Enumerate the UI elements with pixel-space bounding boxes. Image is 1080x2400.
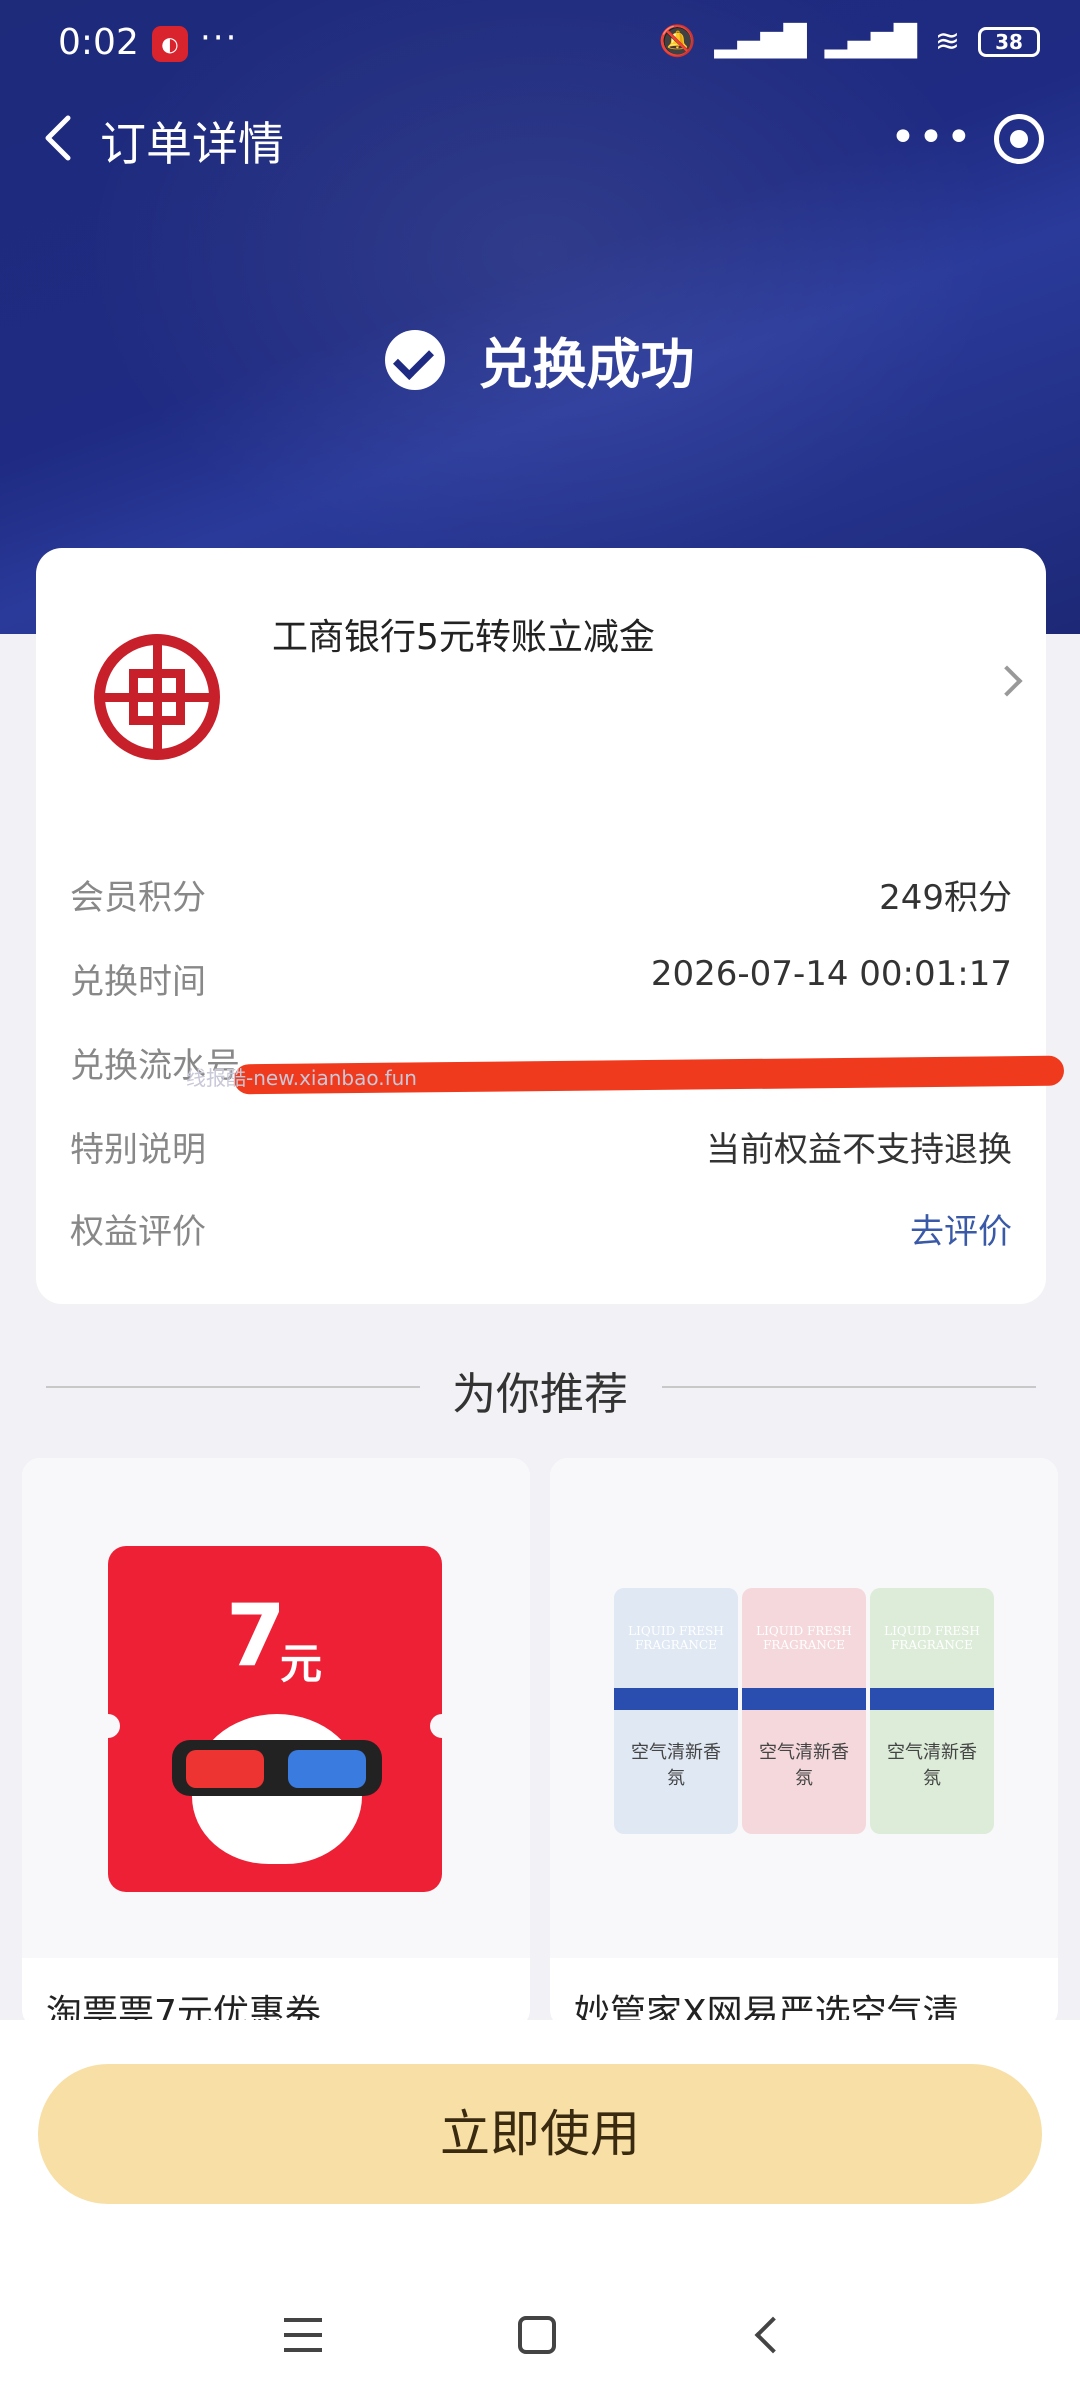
home-icon[interactable] xyxy=(518,2316,556,2354)
exchange-status: 兑换成功 xyxy=(0,320,1080,399)
signal-icon: ▂▄▆█ xyxy=(714,24,807,59)
row-value: 当前权益不支持退换 xyxy=(706,1130,1012,1170)
mute-icon: 🔕 xyxy=(658,24,697,59)
product-image: LIQUID FRESH FRAGRANCE 空气清新香氛 LIQUID FRE… xyxy=(550,1458,1058,1958)
coupon-amount: 7 xyxy=(226,1586,286,1686)
info-row-time: 兑换时间 2026-07-14 00:01:17 xyxy=(70,946,1012,1006)
row-value: 2026-07-14 00:01:17 xyxy=(650,954,1012,994)
chevron-right-icon[interactable] xyxy=(991,665,1023,697)
product-name[interactable]: 工商银行5元转账立减金 xyxy=(272,608,655,660)
recommend-title: 为你推荐 xyxy=(430,1369,650,1420)
more-horizontal-icon[interactable]: ••• xyxy=(890,112,974,163)
product-image: 7 元 xyxy=(22,1458,530,1958)
back-arrow-icon[interactable] xyxy=(30,108,90,168)
menu-icon[interactable] xyxy=(284,2318,322,2352)
row-label: 会员积分 xyxy=(70,878,206,918)
top-nav: 订单详情 ••• xyxy=(0,90,1080,190)
icbc-logo-icon xyxy=(94,634,220,760)
can-label: LIQUID FRESH FRAGRANCE xyxy=(628,1624,724,1652)
can-cn-label: 空气清新香氛 xyxy=(631,1742,721,1789)
can-label: LIQUID FRESH FRAGRANCE xyxy=(756,1624,852,1652)
coupon-image: 7 元 xyxy=(96,1546,454,1892)
can-cn-label: 空气清新香氛 xyxy=(759,1742,849,1789)
info-row-rating: 权益评价 去评价 xyxy=(70,1196,1012,1256)
3d-glasses-icon xyxy=(172,1740,382,1796)
status-text: 兑换成功 xyxy=(478,333,695,396)
fragrance-can-1: LIQUID FRESH FRAGRANCE 空气清新香氛 xyxy=(614,1588,738,1834)
can-cn-label: 空气清新香氛 xyxy=(887,1742,977,1789)
info-row-note: 特别说明 当前权益不支持退换 xyxy=(70,1114,1012,1174)
rate-link[interactable]: 去评价 xyxy=(910,1204,1012,1253)
recommend-item-ticket[interactable]: 7 元 淘票票7元优惠券 xyxy=(22,1458,530,2028)
order-card: 工商银行5元转账立减金 会员积分 249积分 兑换时间 2026-07-14 0… xyxy=(36,548,1046,1304)
can-label: LIQUID FRESH FRAGRANCE xyxy=(884,1624,980,1652)
more-notifications-icon: ··· xyxy=(200,18,239,58)
target-icon[interactable] xyxy=(994,114,1044,164)
check-circle-icon xyxy=(385,329,446,390)
app-notification-icon: ◐ xyxy=(152,26,188,62)
wifi-icon: ≋ xyxy=(934,24,960,59)
row-label: 特别说明 xyxy=(70,1130,206,1170)
recommend-item-fragrance[interactable]: LIQUID FRESH FRAGRANCE 空气清新香氛 LIQUID FRE… xyxy=(550,1458,1058,2028)
page-title: 订单详情 xyxy=(100,117,284,171)
recommend-header: 为你推荐 xyxy=(0,1358,1080,1422)
status-bar: 0:02 ◐ ··· 🔕 ▂▄▆█ ▂▄▆█ ≋ 38 xyxy=(0,0,1080,90)
row-value: 249积分 xyxy=(879,878,1012,918)
signal-icon-2: ▂▄▆█ xyxy=(824,24,917,59)
battery-icon: 38 xyxy=(978,26,1040,57)
coupon-unit: 元 xyxy=(280,1639,323,1688)
use-now-button[interactable]: 立即使用 xyxy=(38,2064,1042,2204)
fragrance-can-2: LIQUID FRESH FRAGRANCE 空气清新香氛 xyxy=(742,1588,866,1834)
row-label: 兑换时间 xyxy=(70,962,206,1002)
watermark-text: 线报酷-new.xianbao.fun xyxy=(186,1066,417,1090)
status-time: 0:02 xyxy=(58,22,139,63)
fragrance-can-3: LIQUID FRESH FRAGRANCE 空气清新香氛 xyxy=(870,1588,994,1834)
back-icon[interactable] xyxy=(754,2316,792,2354)
info-row-points: 会员积分 249积分 xyxy=(70,862,1012,922)
row-label: 权益评价 xyxy=(70,1212,206,1252)
system-nav-bar xyxy=(0,2300,1080,2380)
